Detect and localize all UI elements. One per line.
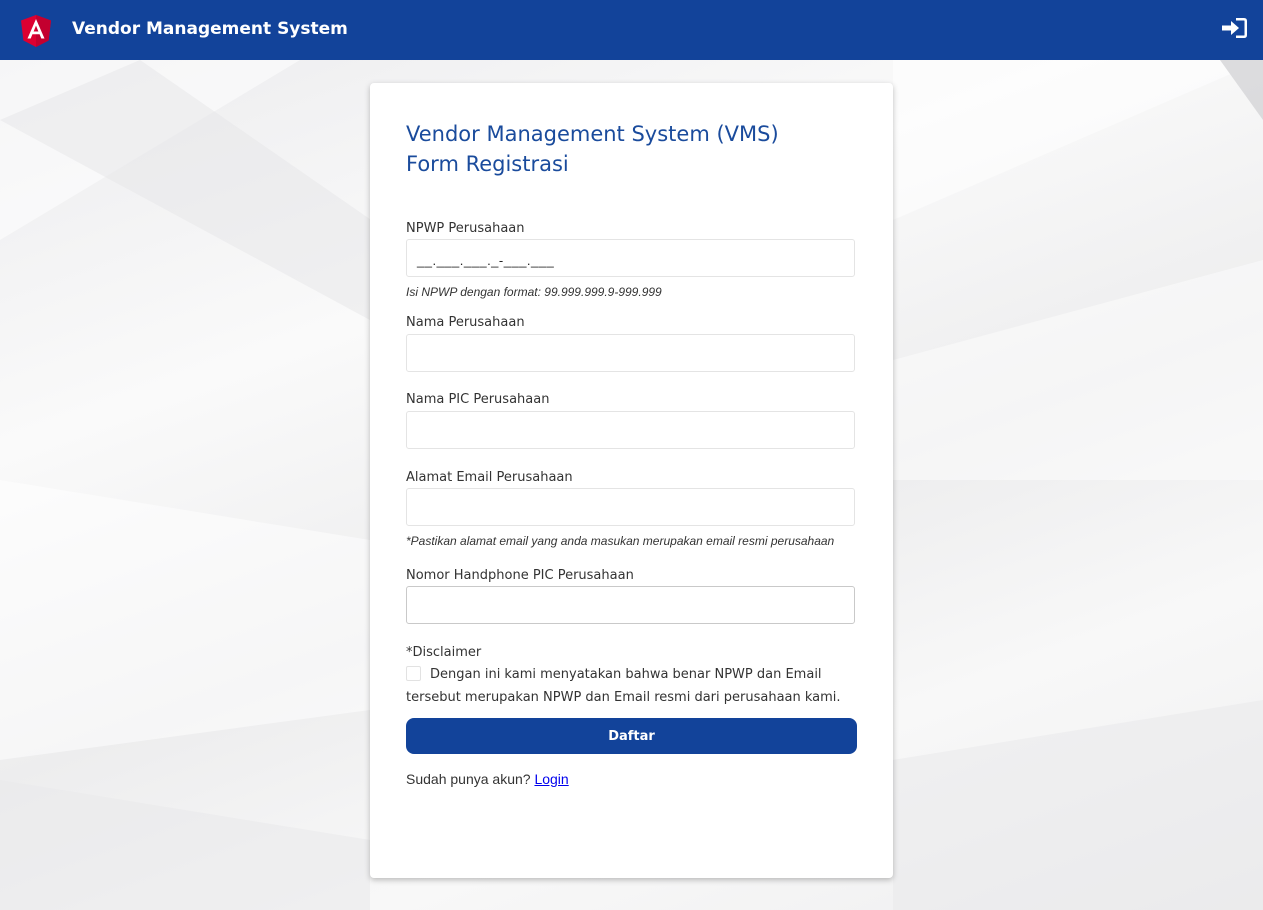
email-label: Alamat Email Perusahaan bbox=[406, 470, 573, 485]
top-navbar: Vendor Management System bbox=[0, 0, 1263, 60]
login-prompt-text: Sudah punya akun? bbox=[406, 771, 535, 787]
sign-in-icon[interactable] bbox=[1221, 16, 1249, 40]
app-title: Vendor Management System bbox=[72, 19, 348, 39]
disclaimer-text: Dengan ini kami menyatakan bahwa benar N… bbox=[406, 667, 841, 705]
npwp-input[interactable] bbox=[406, 239, 855, 277]
email-input[interactable] bbox=[406, 488, 855, 526]
disclaimer-label: *Disclaimer bbox=[406, 645, 482, 660]
phone-label: Nomor Handphone PIC Perusahaan bbox=[406, 568, 634, 583]
angular-logo-icon[interactable] bbox=[21, 15, 51, 47]
login-link[interactable]: Login bbox=[534, 771, 568, 787]
phone-input[interactable] bbox=[406, 586, 855, 624]
npwp-hint: Isi NPWP dengan format: 99.999.999.9-999… bbox=[406, 285, 662, 299]
form-title: Vendor Management System (VMS) Form Regi… bbox=[406, 119, 779, 179]
company-name-label: Nama Perusahaan bbox=[406, 315, 525, 330]
registration-card: Vendor Management System (VMS) Form Regi… bbox=[370, 83, 893, 878]
npwp-label: NPWP Perusahaan bbox=[406, 221, 525, 236]
register-button[interactable]: Daftar bbox=[406, 718, 857, 754]
email-hint: *Pastikan alamat email yang anda masukan… bbox=[406, 534, 835, 548]
pic-name-input[interactable] bbox=[406, 411, 855, 449]
login-prompt: Sudah punya akun? Login bbox=[406, 771, 569, 787]
pic-name-label: Nama PIC Perusahaan bbox=[406, 392, 550, 407]
disclaimer-checkbox[interactable] bbox=[406, 666, 421, 681]
form-title-line1: Vendor Management System (VMS) bbox=[406, 122, 779, 146]
company-name-input[interactable] bbox=[406, 334, 855, 372]
form-title-line2: Form Registrasi bbox=[406, 152, 569, 176]
